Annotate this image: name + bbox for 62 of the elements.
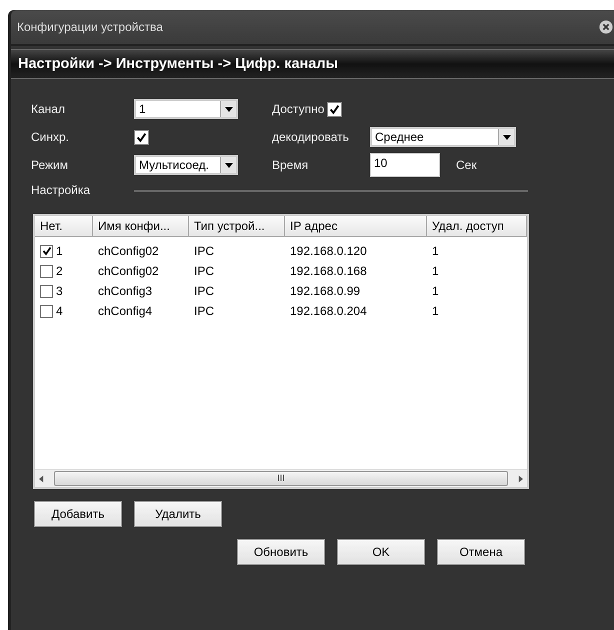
table-cell-text: IPC [193,264,216,278]
checkbox[interactable] [134,130,149,144]
column-header[interactable]: Удал. доступ [427,216,527,236]
table-cell: 3 [35,284,93,298]
table-cell: 2 [35,264,93,278]
scroll-left-icon[interactable] [39,474,44,482]
time-input[interactable]: 10 [370,153,440,177]
action-button[interactable]: Удалить [134,501,222,527]
mode-dropdown[interactable]: Мультисоед. [134,155,238,175]
dialog-button[interactable]: OK [337,539,425,565]
checkbox[interactable] [327,102,342,116]
field-label: декодировать [272,130,350,144]
caret-icon [502,134,510,140]
table-cell-text: IPC [193,304,216,318]
table-cell-text: 192.168.0.168 [289,264,368,278]
table-cell-text: IPC [193,284,216,298]
table-cell-text: 1 [431,244,440,258]
table-cell-text: 1 [431,264,440,278]
field-label: Время [272,158,310,172]
field-label: Синхр. [31,130,70,144]
decode-dropdown[interactable]: Среднее [370,127,516,147]
checkbox[interactable] [40,284,53,298]
horizontal-scrollbar[interactable]: III [35,469,527,487]
table-row[interactable]: 2 chConfig02 IPC 192.168.0.168 1 [35,261,527,281]
table-cell-text: IPC [193,244,216,258]
section-label: Настройка [31,183,92,197]
column-header[interactable]: Тип устрой... [189,216,285,236]
table-cell-text: chConfig4 [97,304,154,318]
checkbox[interactable] [40,244,53,258]
close-icon[interactable] [599,20,613,34]
column-header[interactable]: IP адрес [285,216,427,236]
table-cell: 1 [35,244,93,258]
field-label: Режим [31,158,69,172]
field-label: Канал [31,102,66,116]
scroll-thumb[interactable]: III [54,471,508,486]
breadcrumb: Настройки -> Инструменты -> Цифр. каналы [18,56,338,72]
channel-dropdown[interactable]: 1 [134,99,238,119]
table-cell-text: chConfig02 [97,244,160,258]
checkbox[interactable] [40,304,53,318]
unit-label: Сек [456,158,477,172]
table-row[interactable]: 3 chConfig3 IPC 192.168.0.99 1 [35,281,527,301]
table-cell-text: 192.168.0.204 [289,304,368,318]
checkbox[interactable] [40,264,53,278]
table-cell-text: 1 [431,304,440,318]
action-button[interactable]: Добавить [34,501,122,527]
caret-icon [224,106,232,112]
column-header[interactable]: Имя конфи... [93,216,189,236]
table-row[interactable]: 4 chConfig4 IPC 192.168.0.204 1 [35,301,527,321]
window-title: Конфигурации устройства [17,20,163,34]
table-cell-text: 192.168.0.99 [289,284,362,298]
dialog-button[interactable]: Обновить [237,539,325,565]
column-header[interactable]: Нет. [35,216,93,236]
table-cell-text: 1 [431,284,440,298]
dialog-button[interactable]: Отмена [437,539,525,565]
table-row[interactable]: 1 chConfig02 IPC 192.168.0.120 1 [35,241,527,261]
field-label: Доступно [272,102,324,116]
table-cell-text: chConfig02 [97,264,160,278]
scroll-right-icon[interactable] [518,474,523,482]
table-cell: 4 [35,304,93,318]
table-cell-text: chConfig3 [97,284,154,298]
caret-icon [224,162,232,168]
table-cell-text: 192.168.0.120 [289,244,368,258]
